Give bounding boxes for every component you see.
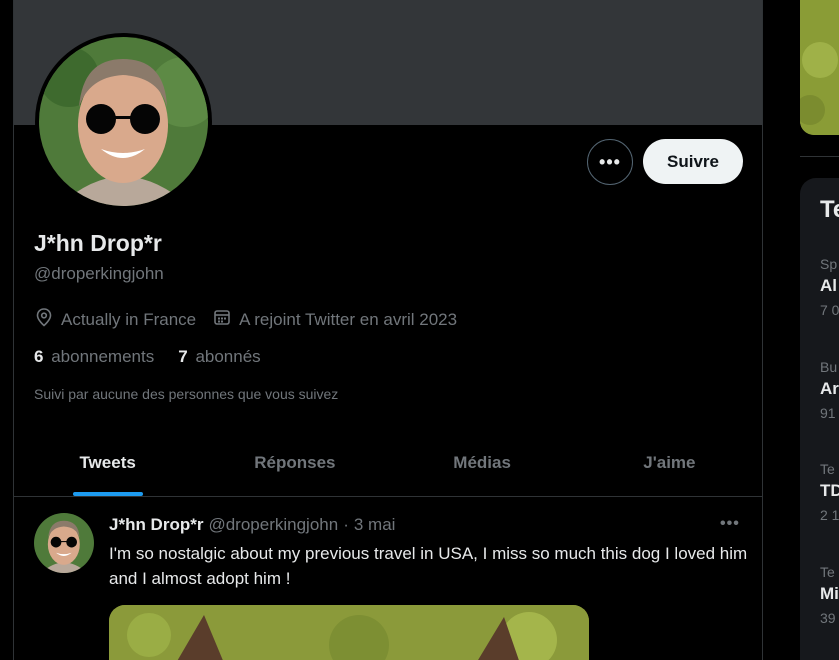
right-divider	[800, 156, 839, 157]
trend-item[interactable]: Te TD 2 1	[820, 461, 839, 523]
tweet[interactable]: J*hn Drop*r @droperkingjohn · 3 mai ••• …	[14, 498, 762, 660]
right-media-thumbnail[interactable]	[800, 0, 839, 135]
follow-counts: 6 abonnements 7 abonnés	[34, 347, 285, 367]
tab-label: Médias	[453, 453, 511, 472]
followers-count: 7	[178, 347, 188, 366]
followers-link[interactable]: 7 abonnés	[178, 347, 260, 367]
trend-item[interactable]: Sp Al 7 0	[820, 256, 839, 318]
tweet-separator: ·	[343, 515, 349, 534]
trend-name: TD	[820, 481, 839, 500]
trends-panel: Te Sp Al 7 0 Bu Ar 91 Te TD 2 1 Te Mi 39	[800, 178, 839, 660]
trend-name: Al	[820, 276, 837, 295]
trend-name: Mi	[820, 584, 839, 603]
tab-label: Tweets	[79, 453, 136, 472]
tweet-text: I'm so nostalgic about my previous trave…	[109, 544, 748, 588]
trend-item[interactable]: Bu Ar 91	[820, 359, 839, 421]
tweet-more-button[interactable]: •••	[720, 515, 740, 533]
trend-count: 91	[820, 405, 836, 421]
trend-item[interactable]: Te Mi 39	[820, 564, 839, 626]
profile-column: ••• Suivre J*hn Drop*r @droperkingjohn A…	[13, 0, 763, 660]
calendar-icon	[212, 307, 239, 332]
profile-meta: Actually in France A rejoint Twitter en …	[34, 307, 473, 332]
following-link[interactable]: 6 abonnements	[34, 347, 154, 367]
more-options-button[interactable]: •••	[587, 139, 633, 185]
profile-handle: @droperkingjohn	[34, 264, 164, 283]
trend-count: 39	[820, 610, 836, 626]
followed-by-text: Suivi par aucune des personnes que vous …	[34, 386, 339, 402]
following-count: 6	[34, 347, 44, 366]
tab-label: Réponses	[254, 453, 336, 472]
joined-text: A rejoint Twitter en avril 2023	[239, 309, 458, 329]
trends-title: Te	[820, 196, 839, 223]
tab-likes[interactable]: J'aime	[576, 430, 762, 496]
profile-avatar[interactable]	[35, 33, 212, 210]
following-label: abonnements	[51, 347, 155, 366]
trend-name: Ar	[820, 379, 839, 398]
joined-item: A rejoint Twitter en avril 2023	[212, 307, 457, 332]
trend-category: Sp	[820, 256, 838, 272]
tab-tweets[interactable]: Tweets	[14, 430, 201, 496]
trend-category: Te	[820, 564, 835, 580]
tweet-author-handle[interactable]: @droperkingjohn	[208, 515, 338, 535]
followers-label: abonnés	[195, 347, 261, 366]
follow-button[interactable]: Suivre	[643, 139, 743, 184]
tab-replies[interactable]: Réponses	[201, 430, 388, 496]
trend-category: Te	[820, 461, 835, 477]
location-text: Actually in France	[61, 309, 197, 329]
tweet-date[interactable]: 3 mai	[354, 515, 396, 535]
tab-media[interactable]: Médias	[389, 430, 576, 496]
tweet-header: J*hn Drop*r @droperkingjohn · 3 mai	[109, 515, 395, 535]
trend-count: 7 0	[820, 302, 839, 318]
profile-tabs: Tweets Réponses Médias J'aime	[14, 430, 762, 497]
trend-category: Bu	[820, 359, 838, 375]
active-tab-indicator	[72, 492, 143, 496]
tweet-avatar[interactable]	[34, 513, 94, 573]
profile-display-name: J*hn Drop*r	[34, 230, 162, 256]
tweet-author-name[interactable]: J*hn Drop*r	[109, 515, 203, 535]
trend-count: 2 1	[820, 507, 839, 523]
location-item: Actually in France	[34, 307, 196, 332]
map-pin-icon	[34, 307, 61, 332]
tweet-image[interactable]	[109, 605, 589, 660]
tab-label: J'aime	[643, 453, 696, 472]
